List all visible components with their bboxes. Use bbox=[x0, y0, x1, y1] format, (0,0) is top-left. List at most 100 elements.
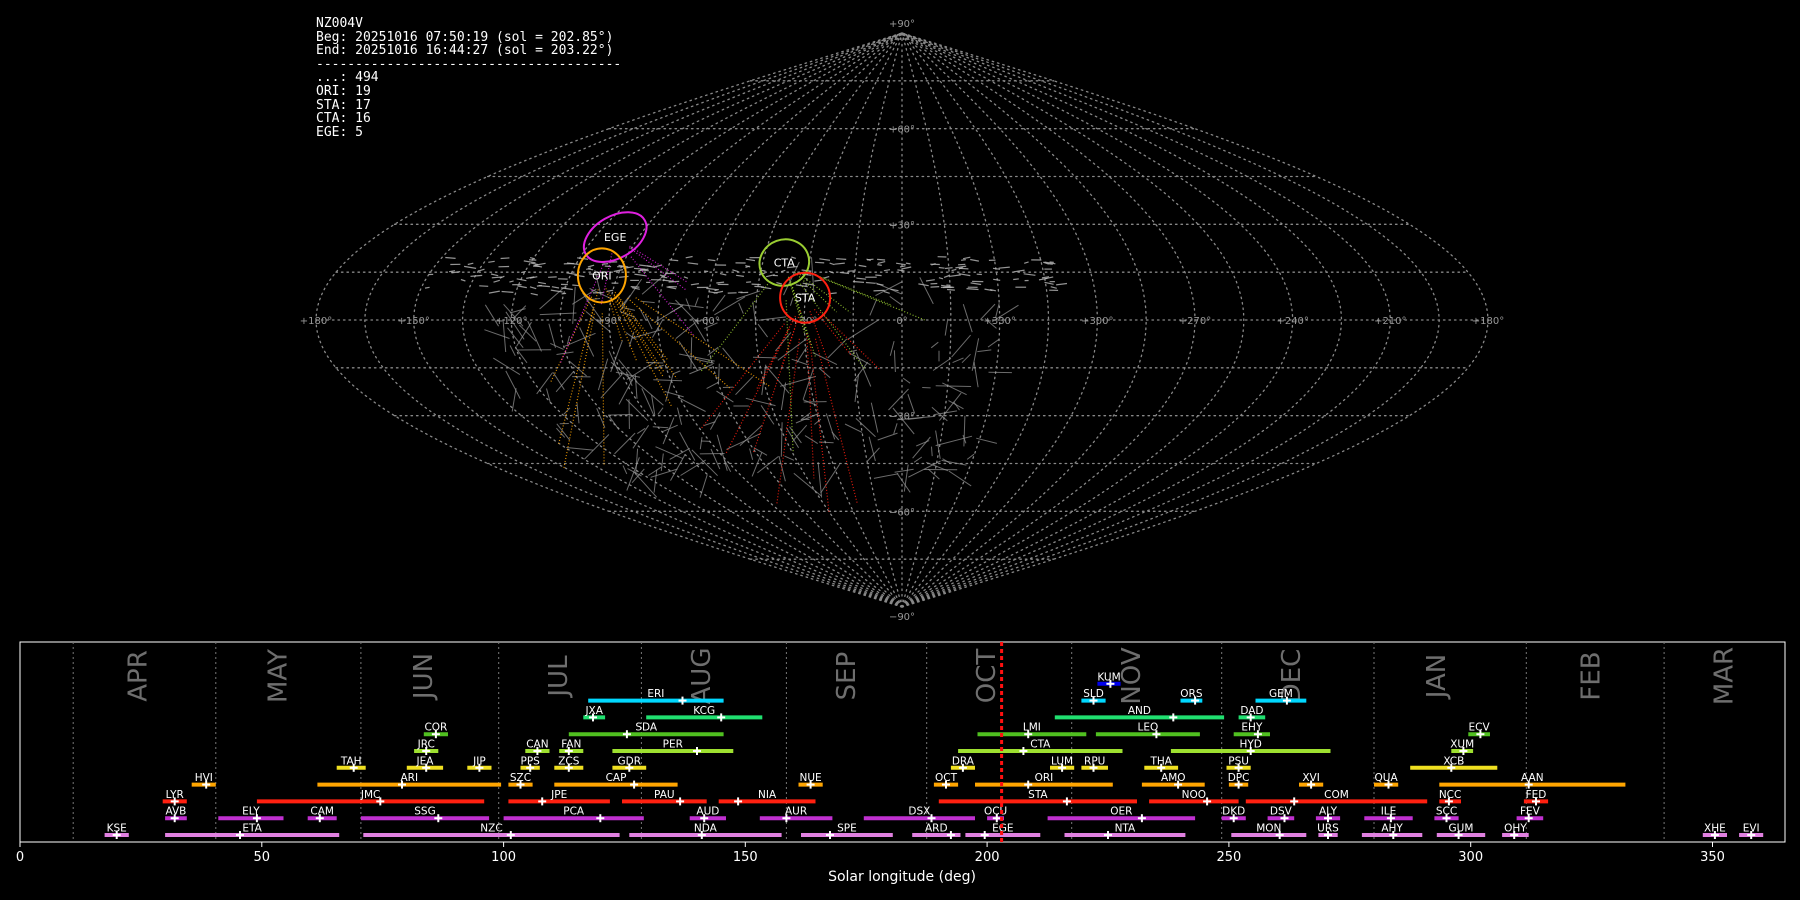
meteor-track bbox=[751, 283, 761, 286]
meteor-track bbox=[634, 374, 638, 399]
meteor-track bbox=[847, 318, 880, 340]
shower-ncc: NCC bbox=[1439, 789, 1461, 806]
meteor-track bbox=[938, 266, 945, 269]
shower-track bbox=[788, 278, 811, 344]
shower-label: OER bbox=[1110, 806, 1132, 818]
meteor-track bbox=[958, 267, 969, 270]
meteor-track bbox=[966, 288, 979, 291]
meteor-track bbox=[971, 338, 980, 371]
meteor-track bbox=[470, 274, 483, 277]
meteor-track bbox=[464, 265, 477, 269]
shower-dra: DRA bbox=[950, 755, 975, 772]
shower-oct: OCT bbox=[933, 772, 959, 789]
meteor-track bbox=[625, 332, 636, 340]
meteor-track bbox=[539, 312, 577, 316]
shower-urs: URS bbox=[1317, 823, 1339, 839]
shower-label: COM bbox=[1324, 789, 1349, 801]
end-time: End: 20251016 16:44:27 (sol = 203.22°) bbox=[316, 43, 614, 59]
shower-label: ARI bbox=[401, 772, 419, 784]
meteor-track bbox=[523, 260, 536, 264]
meteor-track bbox=[894, 468, 914, 473]
shower-label: DSX bbox=[908, 806, 930, 818]
meteor-track bbox=[998, 266, 1010, 269]
shower-label: TAH bbox=[340, 755, 362, 767]
meteor-track bbox=[561, 292, 567, 295]
meteor-track bbox=[633, 267, 646, 270]
shower-dkd: DKD bbox=[1221, 806, 1246, 823]
meteor-track bbox=[751, 452, 763, 477]
x-tick-label: 200 bbox=[975, 850, 1000, 865]
shower-tah: TAH bbox=[336, 755, 366, 772]
meteor-track bbox=[669, 259, 679, 262]
meteor-track bbox=[943, 274, 950, 278]
shower-label: DSV bbox=[1270, 806, 1293, 818]
shower-jrc: JRC bbox=[414, 739, 439, 755]
meteor-track bbox=[653, 469, 658, 493]
shower-kum: KUM bbox=[1097, 671, 1121, 688]
meteor-track bbox=[941, 459, 967, 466]
meteor-track bbox=[467, 262, 474, 266]
shower-label: OHY bbox=[1504, 823, 1527, 835]
meteor-track bbox=[631, 328, 663, 339]
meteor-track bbox=[875, 274, 882, 277]
meteor-track bbox=[574, 274, 585, 278]
meteor-track bbox=[626, 361, 656, 380]
shower-dad: DAD bbox=[1238, 705, 1266, 722]
shower-evi: EVI bbox=[1739, 823, 1764, 839]
shower-label: SDA bbox=[635, 722, 658, 734]
shower-label: RPU bbox=[1084, 755, 1105, 767]
meteor-track bbox=[448, 270, 456, 273]
shower-label: ORS bbox=[1180, 688, 1203, 700]
meteor-track bbox=[907, 394, 916, 414]
meteor-track bbox=[677, 396, 706, 412]
meteor-track bbox=[932, 357, 952, 371]
meteor-track bbox=[804, 435, 818, 445]
shower-scc: SCC bbox=[1434, 806, 1459, 823]
meteor-track bbox=[722, 347, 738, 367]
shower-label: COR bbox=[424, 722, 447, 734]
shower-label: NZC bbox=[480, 823, 502, 835]
shower-track bbox=[700, 283, 769, 372]
radiant-label: EGE bbox=[604, 231, 626, 244]
meteor-track bbox=[877, 264, 882, 266]
meteor-track bbox=[660, 453, 664, 471]
meteor-track bbox=[777, 338, 808, 361]
shower-track bbox=[613, 294, 665, 372]
meteor-track bbox=[883, 291, 890, 294]
meteor-track bbox=[848, 349, 858, 353]
shower-track bbox=[627, 297, 731, 390]
shower-xum: XUM bbox=[1450, 739, 1474, 755]
shower-fed: FED bbox=[1523, 789, 1549, 806]
meteor-track bbox=[589, 287, 614, 301]
meteor-track bbox=[855, 418, 876, 438]
shower-track bbox=[601, 313, 605, 466]
meteor-track bbox=[796, 346, 808, 363]
meteor-track bbox=[704, 270, 709, 273]
meteor-track bbox=[537, 281, 547, 285]
meteor-track bbox=[634, 273, 647, 277]
lat-tick-label: −90° bbox=[889, 612, 915, 623]
meteor-track bbox=[662, 279, 674, 282]
x-tick-label: 350 bbox=[1700, 850, 1725, 865]
x-tick-label: 0 bbox=[16, 850, 24, 865]
meteor-track bbox=[893, 350, 896, 373]
meteor-track bbox=[853, 361, 869, 382]
radiant-label: STA bbox=[795, 292, 816, 305]
shower-avb: AVB bbox=[165, 806, 187, 823]
meteor-track bbox=[652, 426, 669, 429]
meteor-track bbox=[752, 356, 778, 359]
meteor-track bbox=[687, 262, 699, 265]
meteor-track bbox=[694, 297, 699, 306]
meteor-track bbox=[685, 298, 691, 310]
meteor-track bbox=[536, 372, 554, 395]
meteor-track bbox=[564, 332, 596, 347]
meteor-track bbox=[572, 286, 576, 324]
shower-label: ERI bbox=[647, 688, 664, 700]
shower-label: NOO bbox=[1182, 789, 1206, 801]
shower-track bbox=[635, 297, 772, 388]
meteor-track bbox=[831, 431, 840, 441]
meteor-track bbox=[509, 280, 514, 283]
shower-dsv: DSV bbox=[1267, 806, 1295, 823]
lon-tick-label: +330° bbox=[983, 316, 1015, 327]
shower-label: ECV bbox=[1469, 722, 1491, 734]
